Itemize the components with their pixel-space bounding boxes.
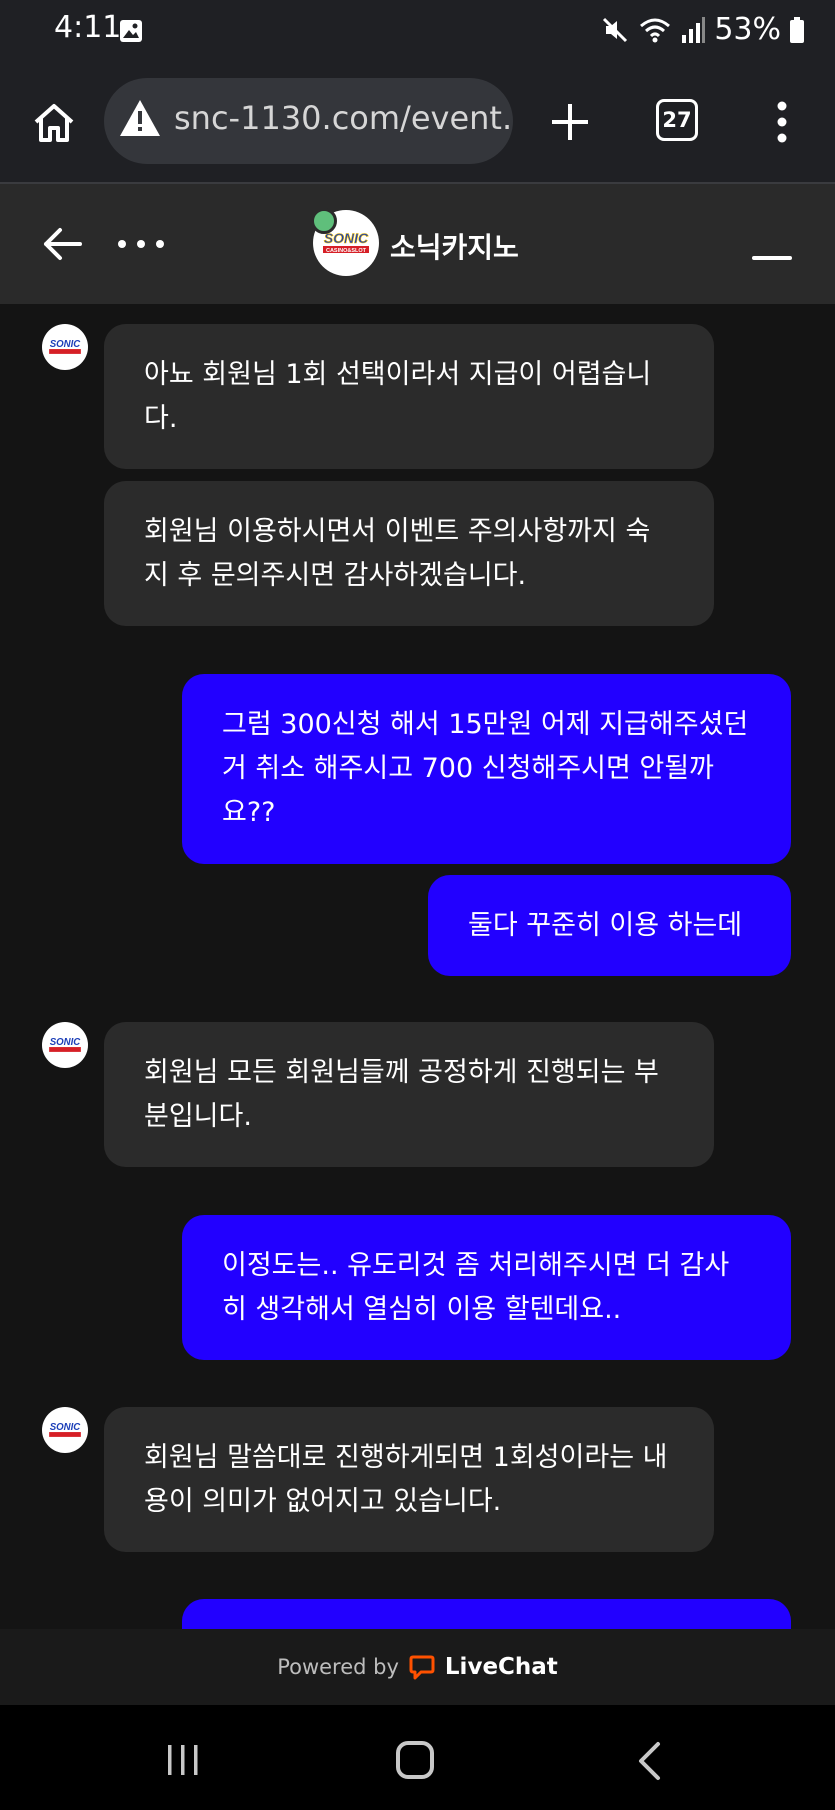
back-arrow-icon[interactable]: [40, 222, 84, 266]
image-icon: [120, 20, 142, 42]
user-message-partial: [182, 1599, 791, 1629]
user-message: 둘다 꾸준히 이용 하는데: [428, 875, 791, 976]
powered-by-label: Powered by: [277, 1655, 399, 1679]
recent-apps-icon[interactable]: [165, 1743, 201, 1777]
chat-messages[interactable]: SONIC 아뇨 회원님 1회 선택이라서 지급이 어렵습니다. 회원님 이용하…: [0, 304, 835, 1629]
agent-message: 회원님 이용하시면서 이벤트 주의사항까지 숙지 후 문의주시면 감사하겠습니다…: [104, 481, 714, 626]
sonic-logo-icon: SONIC: [49, 339, 82, 354]
agent-message: 회원님 모든 회원님들께 공정하게 진행되는 부분입니다.: [104, 1022, 714, 1167]
svg-text:SONIC: SONIC: [324, 230, 369, 246]
tab-switcher-button[interactable]: 27: [656, 99, 698, 141]
online-status-dot: [311, 208, 337, 234]
chat-header: SONIC CASINO&SLOT 소닉카지노: [0, 184, 835, 304]
livechat-brand[interactable]: LiveChat: [445, 1654, 558, 1680]
status-icons: 53%: [600, 12, 805, 47]
user-message: 이정도는.. 유도리것 좀 처리해주시면 더 감사히 생각해서 열심히 이용 할…: [182, 1215, 791, 1360]
warning-icon[interactable]: [118, 98, 162, 138]
url-text[interactable]: snc-1130.com/event.: [174, 99, 512, 137]
sonic-logo-icon: SONIC: [49, 1422, 82, 1437]
wifi-icon: [640, 18, 671, 42]
agent-avatar: SONIC: [42, 324, 88, 370]
agent-name: 소닉카지노: [390, 231, 519, 264]
home-icon[interactable]: [30, 98, 78, 146]
new-tab-icon[interactable]: [546, 98, 594, 146]
signal-icon: [682, 16, 706, 43]
address-bar[interactable]: snc-1130.com/event.: [104, 78, 513, 164]
status-bar: 4:11 53%: [0, 0, 835, 62]
user-message: 그럼 300신청 해서 15만원 어제 지급해주셨던거 취소 해주시고 700 …: [182, 674, 791, 864]
agent-avatar: SONIC: [42, 1022, 88, 1068]
sonic-logo-icon: SONIC: [49, 1037, 82, 1052]
svg-text:SONIC: SONIC: [50, 1037, 82, 1048]
svg-text:CASINO&SLOT: CASINO&SLOT: [326, 248, 367, 254]
svg-text:SONIC: SONIC: [50, 339, 82, 350]
mute-icon: [603, 17, 628, 42]
back-nav-icon[interactable]: [634, 1741, 664, 1781]
agent-message: 아뇨 회원님 1회 선택이라서 지급이 어렵습니다.: [104, 324, 714, 469]
home-nav-icon[interactable]: [396, 1741, 434, 1779]
battery-percent: 53%: [714, 12, 781, 47]
powered-by-footer: Powered by LiveChat: [0, 1629, 835, 1705]
browser-toolbar: snc-1130.com/event. 27: [0, 62, 835, 184]
minimize-icon[interactable]: [752, 256, 792, 260]
agent-avatar: SONIC: [42, 1407, 88, 1453]
kebab-menu-icon[interactable]: [770, 98, 794, 146]
battery-icon: [790, 16, 804, 43]
status-time: 4:11: [54, 10, 122, 45]
agent-message: 회원님 말씀대로 진행하게되면 1회성이라는 내용이 의미가 없어지고 있습니다…: [104, 1407, 714, 1552]
more-options-icon[interactable]: [116, 234, 166, 254]
livechat-logo-icon: [409, 1655, 435, 1680]
svg-text:SONIC: SONIC: [50, 1422, 82, 1433]
system-navigation-bar: [0, 1705, 835, 1810]
